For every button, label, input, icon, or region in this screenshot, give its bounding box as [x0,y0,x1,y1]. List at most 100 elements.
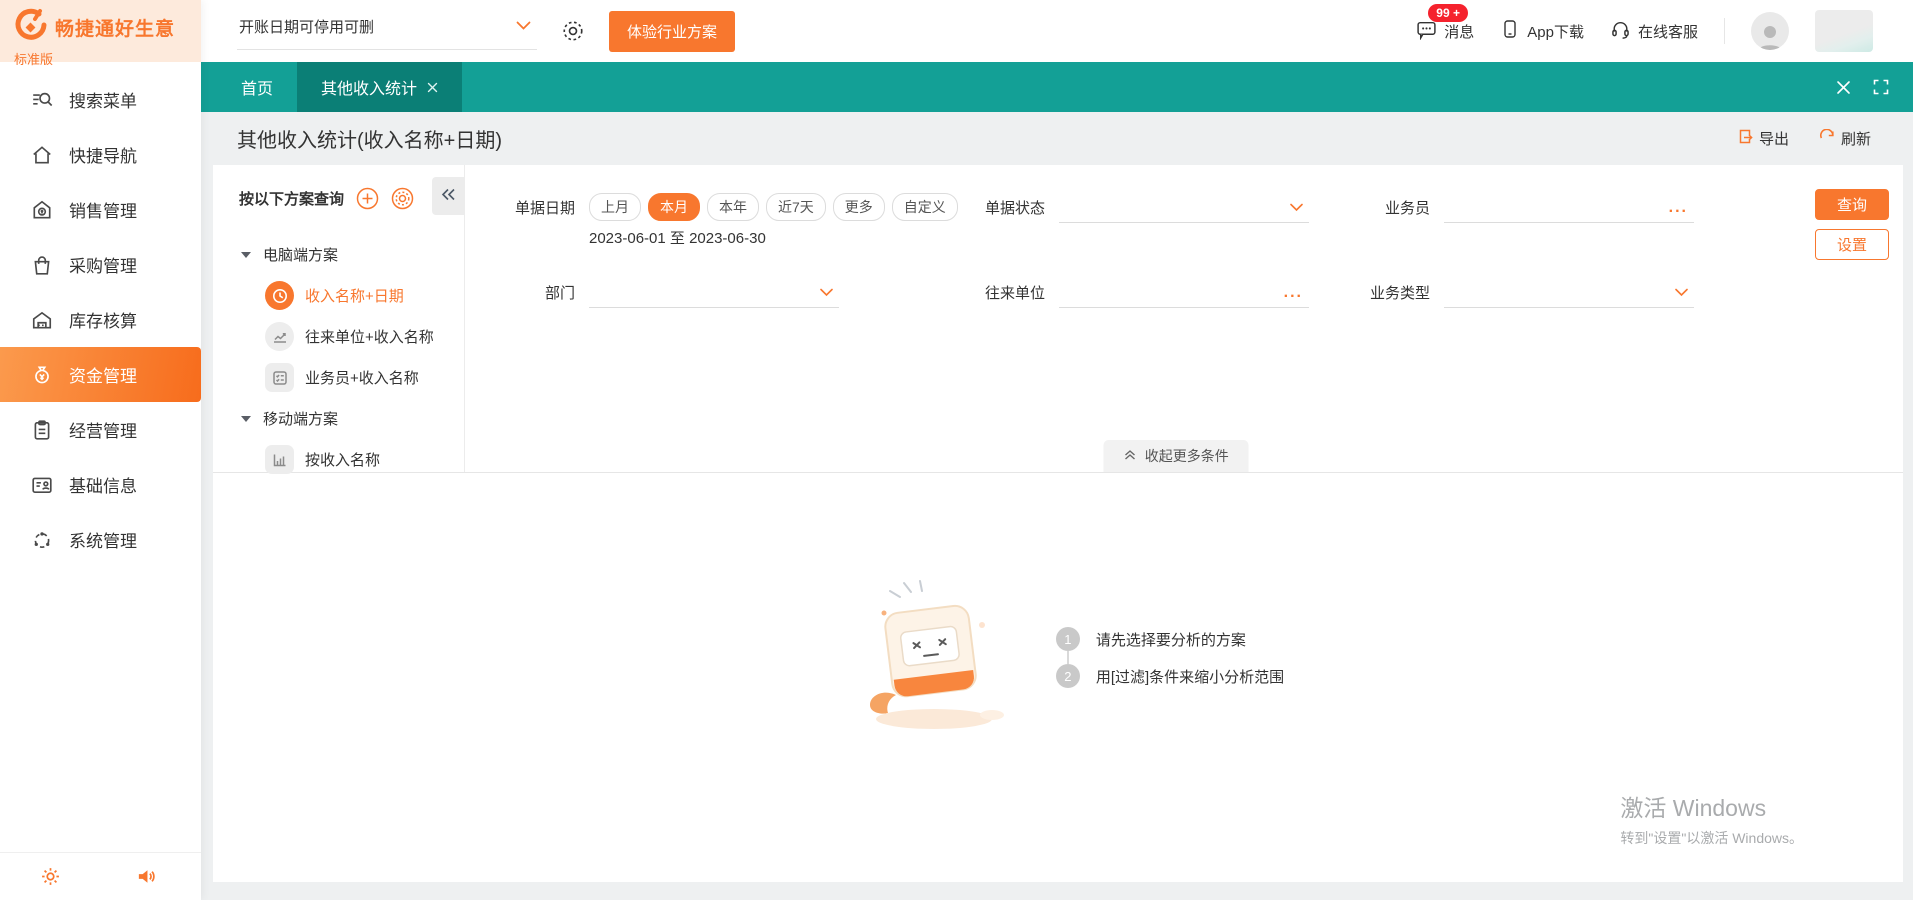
system-dots-icon [30,528,54,552]
scheme-group-pc[interactable]: 电脑端方案 [213,234,464,275]
pill-last-month[interactable]: 上月 [589,193,641,221]
empty-state: 1 请先选择要分析的方案 2 用[过滤]条件来缩小分析范围 [832,573,1284,742]
sidebar-item-label: 库存核算 [69,307,137,332]
filter-label: 业务类型 [1366,278,1430,303]
gear-circle-icon[interactable] [391,187,414,210]
sidebar: 畅捷通好生意 标准版 搜索菜单 快捷导航 销售管理 采购管理 [0,0,201,900]
title-actions: 导出 刷新 [1737,128,1871,149]
sidebar-item-label: 经营管理 [69,417,137,442]
sidebar-item-sales[interactable]: 销售管理 [0,182,201,237]
phone-icon [1500,19,1520,43]
speaker-icon[interactable] [136,866,157,887]
trend-chart-icon [265,322,294,351]
pill-last-7-days[interactable]: 近7天 [766,193,826,221]
scheme-item-salesman-income[interactable]: 业务员+收入名称 [213,357,464,398]
trial-industry-button[interactable]: 体验行业方案 [609,11,735,52]
query-button[interactable]: 查询 [1815,189,1889,220]
step-1: 1 请先选择要分析的方案 [1056,627,1284,651]
pill-more[interactable]: 更多 [833,193,885,221]
partner-picker[interactable]: ... [1059,278,1309,308]
bill-status-select[interactable] [1059,193,1309,223]
user-avatar[interactable] [1751,12,1789,50]
clipboard-icon [30,418,54,442]
filter-biz-type: 业务类型 [1366,278,1736,308]
query-section: 按以下方案查询 电脑端方案 收入名称+ [213,165,1903,473]
tab-home[interactable]: 首页 [217,62,297,112]
pill-this-month[interactable]: 本月 [648,193,700,221]
step-number: 1 [1056,627,1080,651]
pill-custom[interactable]: 自定义 [892,193,958,221]
gear-icon[interactable] [561,19,585,43]
sidebar-item-quick-nav[interactable]: 快捷导航 [0,127,201,182]
app-window: 畅捷通好生意 标准版 搜索菜单 快捷导航 销售管理 采购管理 [0,0,1913,900]
settings-button[interactable]: 设置 [1815,229,1889,260]
scheme-group-mobile[interactable]: 移动端方案 [213,398,464,439]
bar-chart-icon [265,445,294,474]
collapse-conditions-label: 收起更多条件 [1145,446,1229,466]
tab-other-income-stats[interactable]: 其他收入统计 [297,62,462,112]
sidebar-item-base-info[interactable]: 基础信息 [0,457,201,512]
step-text: 用[过滤]条件来缩小分析范围 [1096,666,1284,687]
app-download-link[interactable]: App下载 [1500,19,1584,43]
scheme-collapse-handle[interactable] [432,177,464,215]
checklist-icon [265,363,294,392]
plus-circle-icon[interactable] [356,187,379,210]
chevron-down-icon [1290,199,1303,216]
biz-type-select[interactable] [1444,278,1694,308]
scheme-item-label: 按收入名称 [305,449,380,470]
sidebar-item-search-menu[interactable]: 搜索菜单 [0,72,201,127]
results-area: 1 请先选择要分析的方案 2 用[过滤]条件来缩小分析范围 激活 Windows… [213,473,1903,882]
home-icon [30,143,54,167]
scheme-item-partner-income[interactable]: 往来单位+收入名称 [213,316,464,357]
scheme-group-label: 电脑端方案 [263,244,338,265]
tab-label: 其他收入统计 [321,75,417,99]
tab-bar: 首页 其他收入统计 [201,62,1913,112]
tab-label: 首页 [241,75,273,99]
message-icon [1416,19,1437,44]
refresh-icon [1819,129,1835,149]
headset-icon [1610,19,1631,44]
fullscreen-icon[interactable] [1873,79,1889,95]
filter-panel: 单据日期 上月 本月 本年 近7天 更多 自定义 20 [465,165,1903,472]
refresh-button[interactable]: 刷新 [1819,128,1871,149]
scheme-panel: 按以下方案查询 电脑端方案 收入名称+ [213,165,465,472]
account-book-select[interactable]: 开账日期可停用可删 [237,12,537,50]
chevron-down-icon [820,284,833,301]
pill-this-year[interactable]: 本年 [707,193,759,221]
department-select[interactable] [589,278,839,308]
filter-label: 部门 [511,278,575,303]
scheme-group-label: 移动端方案 [263,408,338,429]
sidebar-menu: 搜索菜单 快捷导航 销售管理 采购管理 库存核算 资金管理 [0,62,201,852]
close-icon[interactable] [1836,80,1851,95]
purchase-bag-icon [30,253,54,277]
salesman-picker[interactable]: ... [1444,193,1694,223]
content-card: 按以下方案查询 电脑端方案 收入名称+ [213,165,1903,882]
messages-link[interactable]: 99 + 消息 [1416,19,1474,44]
sidebar-item-inventory[interactable]: 库存核算 [0,292,201,347]
page-title: 其他收入统计(收入名称+日期) [237,124,502,153]
divider [1724,18,1725,44]
gear-icon[interactable] [40,866,61,887]
export-button[interactable]: 导出 [1737,128,1789,149]
date-range-value[interactable]: 2023-06-01 至 2023-06-30 [589,227,958,248]
online-support-link[interactable]: 在线客服 [1610,19,1698,44]
scheme-item-label: 往来单位+收入名称 [305,326,434,347]
account-book-value: 开账日期可停用可删 [239,16,374,37]
empty-state-illustration [832,573,1022,742]
tab-close-icon[interactable] [427,82,438,93]
sidebar-item-system[interactable]: 系统管理 [0,512,201,567]
filter-label: 往来单位 [981,278,1045,303]
user-name-redacted[interactable] [1815,10,1873,52]
sidebar-item-purchase[interactable]: 采购管理 [0,237,201,292]
messages-badge: 99 + [1428,4,1468,22]
step-text: 请先选择要分析的方案 [1096,629,1246,650]
sidebar-item-label: 基础信息 [69,472,137,497]
scheme-item-income-date[interactable]: 收入名称+日期 [213,275,464,316]
online-support-label: 在线客服 [1638,21,1698,42]
sidebar-item-funds[interactable]: 资金管理 [0,347,201,402]
collapse-conditions-tab[interactable]: 收起更多条件 [1104,440,1249,472]
filter-department: 部门 [511,278,981,308]
chevron-down-icon [516,18,531,35]
sidebar-item-label: 资金管理 [69,362,137,387]
sidebar-item-operations[interactable]: 经营管理 [0,402,201,457]
